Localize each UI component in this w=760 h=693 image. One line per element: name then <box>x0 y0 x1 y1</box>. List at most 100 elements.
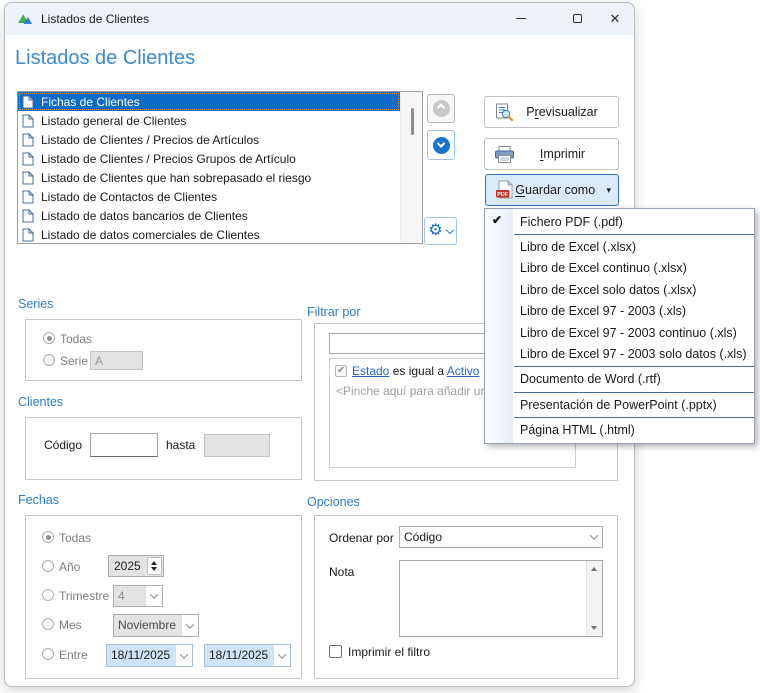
menu-item-xls[interactable]: Libro de Excel 97 - 2003 (.xls) <box>485 301 754 322</box>
condition-field-link[interactable]: Estado <box>352 364 389 378</box>
scroll-down-icon <box>591 626 597 630</box>
app-icon <box>17 11 33 27</box>
mes-combo[interactable]: Noviembre <box>113 614 199 637</box>
list-item[interactable]: Listado de Clientes / Precios de Artícul… <box>18 130 400 149</box>
opciones-group-label: Opciones <box>307 495 360 509</box>
circle-down-icon <box>433 137 450 154</box>
fechas-entre-radio[interactable] <box>42 648 54 660</box>
menu-item-xls-continuo[interactable]: Libro de Excel 97 - 2003 continuo (.xls) <box>485 322 754 343</box>
menu-separator <box>514 392 754 393</box>
filter-condition-row: Estado es igual a Activo <box>352 364 479 378</box>
menu-separator <box>514 234 754 235</box>
list-item[interactable]: Listado general de Clientes <box>18 111 400 130</box>
minimize-button[interactable] <box>500 3 542 34</box>
menu-item-word[interactable]: Documento de Word (.rtf) <box>485 369 754 390</box>
combo-chevron <box>585 527 602 547</box>
menu-item-pdf[interactable]: ✔ Fichero PDF (.pdf) <box>485 211 754 232</box>
close-button[interactable]: ✕ <box>594 3 636 34</box>
mes-value: Noviembre <box>114 615 181 636</box>
list-item[interactable]: Listado de Contactos de Clientes <box>18 187 400 206</box>
settings-button[interactable]: ⚙ <box>424 217 457 245</box>
fechas-entre-label: Entre <box>59 648 88 662</box>
series-todas-radio[interactable] <box>43 332 55 344</box>
menu-item-xlsx-continuo[interactable]: Libro de Excel continuo (.xlsx) <box>485 258 754 279</box>
fechas-ano-radio[interactable] <box>42 560 54 572</box>
fecha-hasta-combo[interactable]: 18/11/2025 <box>204 644 291 667</box>
imprimir-filtro-label: Imprimir el filtro <box>348 645 430 659</box>
printer-icon <box>494 145 515 164</box>
scroll-up-icon <box>591 567 597 571</box>
minimize-icon <box>516 18 526 19</box>
page-title: Listados de Clientes <box>15 47 195 70</box>
combo-chevron <box>175 645 192 666</box>
spin-up-icon <box>151 561 157 565</box>
chevron-down-icon <box>589 531 597 539</box>
menu-item-powerpoint[interactable]: Presentación de PowerPoint (.pptx) <box>485 394 754 415</box>
ordenar-por-combo[interactable]: Código <box>399 526 603 548</box>
save-as-menu: ✔ Fichero PDF (.pdf) Libro de Excel (.xl… <box>484 208 755 444</box>
list-item[interactable]: Listado de Clientes que han sobrepasado … <box>18 168 400 187</box>
report-listbox: Fichas de Clientes Listado general de Cl… <box>17 91 423 244</box>
list-item[interactable]: Fichas de Clientes <box>18 92 400 111</box>
chevron-down-icon <box>445 225 453 233</box>
menu-item-xlsx[interactable]: Libro de Excel (.xlsx) <box>485 236 754 257</box>
series-group-label: Series <box>18 297 53 311</box>
list-scrollbar[interactable] <box>400 92 422 243</box>
save-as-button[interactable]: PDF Guardar como ▾ <box>485 174 619 206</box>
menu-item-xls-solo-datos[interactable]: Libro de Excel 97 - 2003 solo datos (.xl… <box>485 343 754 364</box>
combo-chevron <box>181 615 198 636</box>
fechas-todas-radio[interactable] <box>42 531 54 543</box>
chevron-down-icon <box>180 650 188 658</box>
fecha-desde-combo[interactable]: 18/11/2025 <box>106 644 193 667</box>
fechas-mes-radio[interactable] <box>42 618 54 630</box>
hasta-label: hasta <box>166 438 195 452</box>
maximize-button[interactable] <box>556 3 598 34</box>
check-icon: ✔ <box>492 213 502 227</box>
nota-textarea[interactable] <box>400 561 586 636</box>
circle-up-icon <box>433 100 450 117</box>
print-button[interactable]: Imprimir <box>484 138 619 170</box>
pdf-icon: PDF <box>495 180 514 200</box>
condition-value-link[interactable]: Activo <box>447 364 480 378</box>
menu-item-html[interactable]: Página HTML (.html) <box>485 420 754 441</box>
fecha-desde-value: 18/11/2025 <box>107 645 175 666</box>
trimestre-combo[interactable]: 4 <box>113 585 163 607</box>
codigo-input[interactable] <box>90 433 158 457</box>
print-label: Imprimir <box>515 147 618 161</box>
document-icon <box>22 209 34 223</box>
preview-button[interactable]: Previsualizar <box>484 96 619 128</box>
condition-checkbox[interactable] <box>335 365 347 377</box>
document-icon <box>22 133 34 147</box>
chevron-down-icon <box>278 650 286 658</box>
document-icon <box>22 114 34 128</box>
list-item[interactable]: Listado de datos comerciales de Clientes <box>18 225 400 244</box>
gear-icon: ⚙ <box>428 223 442 239</box>
serie-input[interactable] <box>90 351 143 370</box>
series-serie-label: Serie <box>60 354 88 368</box>
nota-scrollbar[interactable] <box>586 561 602 636</box>
nota-label: Nota <box>329 565 354 579</box>
clientes-group-label: Clientes <box>18 395 63 409</box>
ordenar-por-value: Código <box>400 527 585 547</box>
condition-operator: es igual a <box>393 364 444 378</box>
scrollbar-thumb[interactable] <box>411 108 414 135</box>
list-item[interactable]: Listado de datos bancarios de Clientes <box>18 206 400 225</box>
chevron-down-icon <box>186 620 194 628</box>
maximize-icon <box>573 14 582 23</box>
move-up-button[interactable] <box>427 94 455 123</box>
ano-spinner[interactable]: 2025 <box>108 555 164 577</box>
combo-chevron <box>145 586 162 606</box>
codigo-hasta-input[interactable] <box>204 434 270 457</box>
spinner-buttons[interactable] <box>147 557 162 575</box>
imprimir-filtro-checkbox[interactable] <box>329 645 342 658</box>
list-item[interactable]: Listado de Clientes / Precios Grupos de … <box>18 149 400 168</box>
nota-field <box>399 560 603 637</box>
ordenar-por-label: Ordenar por <box>329 531 394 545</box>
spin-down-icon <box>151 567 157 571</box>
document-icon <box>22 95 34 109</box>
series-serie-radio[interactable] <box>43 354 55 366</box>
save-as-label: Guardar como <box>514 183 604 197</box>
menu-item-xlsx-solo-datos[interactable]: Libro de Excel solo datos (.xlsx) <box>485 279 754 300</box>
fechas-trimestre-radio[interactable] <box>42 589 54 601</box>
move-down-button[interactable] <box>427 130 455 160</box>
